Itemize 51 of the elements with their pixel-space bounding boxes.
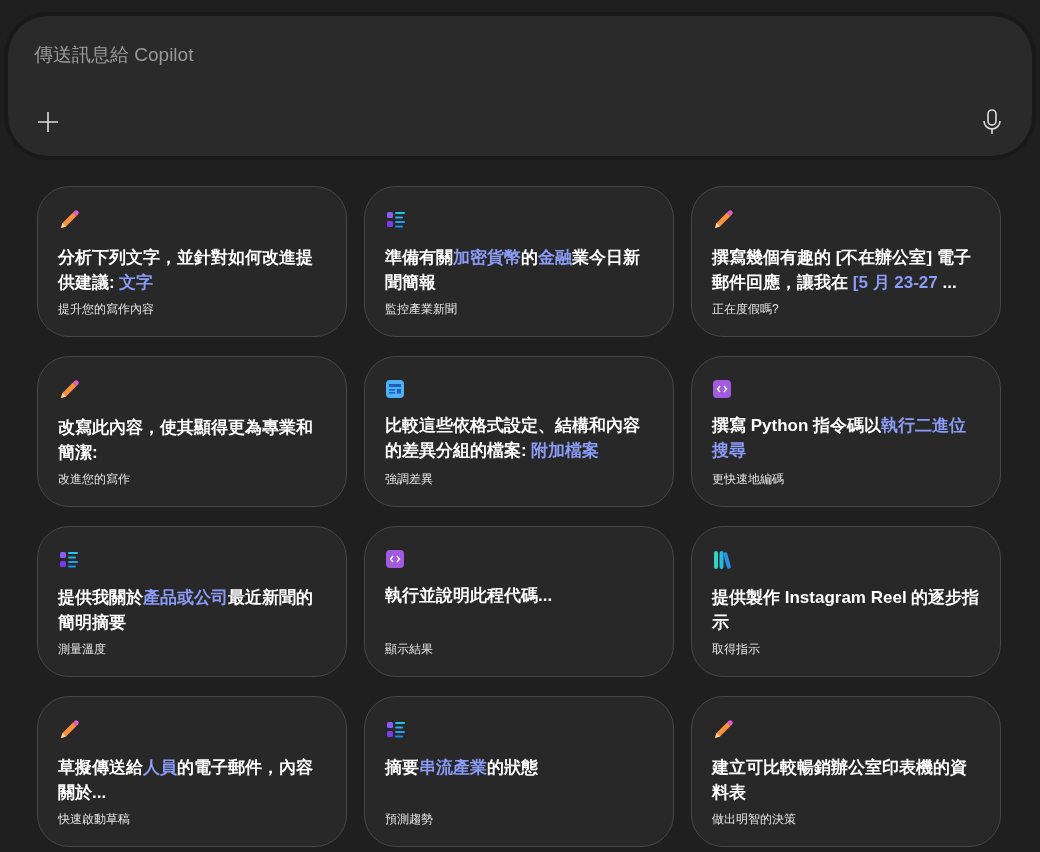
suggestion-card[interactable]: 建立可比較暢銷辦公室印表機的資料表 做出明智的決策: [691, 696, 1001, 847]
suggestion-prompt: 建立可比較暢銷辦公室印表機的資料表: [712, 757, 968, 804]
suggestion-card[interactable]: 撰寫幾個有趣的 [不在辦公室] 電子郵件回應，讓我在 [5 月 23-27 ... 正在度假嗎?: [691, 186, 1001, 337]
pencil-icon: [58, 379, 80, 401]
suggestion-card[interactable]: 改寫此內容，使其顯得更為專業和簡潔: 改進您的寫作: [37, 356, 347, 507]
suggestion-prompt: 摘要串流產業的狀態: [385, 757, 539, 779]
suggestion-caption: 顯示結果: [385, 641, 434, 658]
suggestion-card[interactable]: 摘要串流產業的狀態 預測趨勢: [364, 696, 674, 847]
suggestion-caption: 做出明智的決策: [712, 811, 797, 828]
suggestion-prompt: 比較這些依格式設定、結構和內容的差異分組的檔案: 附加檔案: [385, 415, 641, 462]
suggestion-caption: 監控產業新聞: [385, 301, 458, 318]
suggestion-card[interactable]: 執行並說明此程代碼... 顯示結果: [364, 526, 674, 677]
suggestion-prompt: 提供我關於產品或公司最近新聞的簡明摘要: [58, 587, 314, 634]
list-icon: [385, 209, 407, 231]
suggestion-caption: 強調差異: [385, 471, 434, 488]
suggestion-prompt: 撰寫幾個有趣的 [不在辦公室] 電子郵件回應，讓我在 [5 月 23-27 ...: [712, 247, 972, 294]
code-icon: [385, 549, 405, 569]
suggestion-prompt: 草擬傳送給人員的電子郵件，內容關於...: [58, 757, 314, 804]
suggestion-card[interactable]: 草擬傳送給人員的電子郵件，內容關於... 快速啟動草稿: [37, 696, 347, 847]
window-icon: [385, 379, 405, 399]
list-icon: [385, 719, 407, 741]
pencil-icon: [58, 719, 80, 741]
suggestion-prompt: 執行並說明此程代碼...: [385, 585, 554, 607]
suggestion-caption: 預測趨勢: [385, 811, 434, 828]
suggestion-caption: 提升您的寫作內容: [58, 301, 155, 318]
suggestion-card[interactable]: 撰寫 Python 指令碼以執行二進位搜尋 更快速地編碼: [691, 356, 1001, 507]
suggestion-prompt: 改寫此內容，使其顯得更為專業和簡潔:: [58, 417, 314, 464]
pencil-icon: [58, 209, 80, 231]
suggestion-prompt: 撰寫 Python 指令碼以執行二進位搜尋: [712, 415, 968, 462]
suggestion-caption: 改進您的寫作: [58, 471, 131, 488]
message-input[interactable]: 傳送訊息給 Copilot: [34, 44, 634, 66]
list-icon: [58, 549, 80, 571]
suggestion-card[interactable]: 比較這些依格式設定、結構和內容的差異分組的檔案: 附加檔案 強調差異: [364, 356, 674, 507]
suggestion-prompt: 提供製作 Instagram Reel 的逐步指示: [712, 587, 980, 634]
suggestion-caption: 取得指示: [712, 641, 761, 658]
suggestion-card[interactable]: 分析下列文字，並針對如何改進提供建議: 文字 提升您的寫作內容: [37, 186, 347, 337]
suggestion-caption: 更快速地編碼: [712, 471, 785, 488]
plus-icon: [36, 110, 60, 134]
suggestion-prompt: 分析下列文字，並針對如何改進提供建議: 文字: [58, 247, 314, 294]
suggestion-card[interactable]: 提供製作 Instagram Reel 的逐步指示 取得指示: [691, 526, 1001, 677]
suggestion-caption: 快速啟動草稿: [58, 811, 131, 828]
pencil-icon: [712, 209, 734, 231]
microphone-icon: [982, 109, 1002, 135]
code-icon: [712, 379, 732, 399]
pencil-icon: [712, 719, 734, 741]
suggestion-caption: 正在度假嗎?: [712, 301, 780, 318]
books-icon: [712, 549, 734, 571]
suggestion-card[interactable]: 準備有關加密貨幣的金融業今日新聞簡報 監控產業新聞: [364, 186, 674, 337]
suggestion-card[interactable]: 提供我關於產品或公司最近新聞的簡明摘要 測量溫度: [37, 526, 347, 677]
suggestion-caption: 測量溫度: [58, 641, 107, 658]
suggestion-prompt: 準備有關加密貨幣的金融業今日新聞簡報: [385, 247, 641, 294]
